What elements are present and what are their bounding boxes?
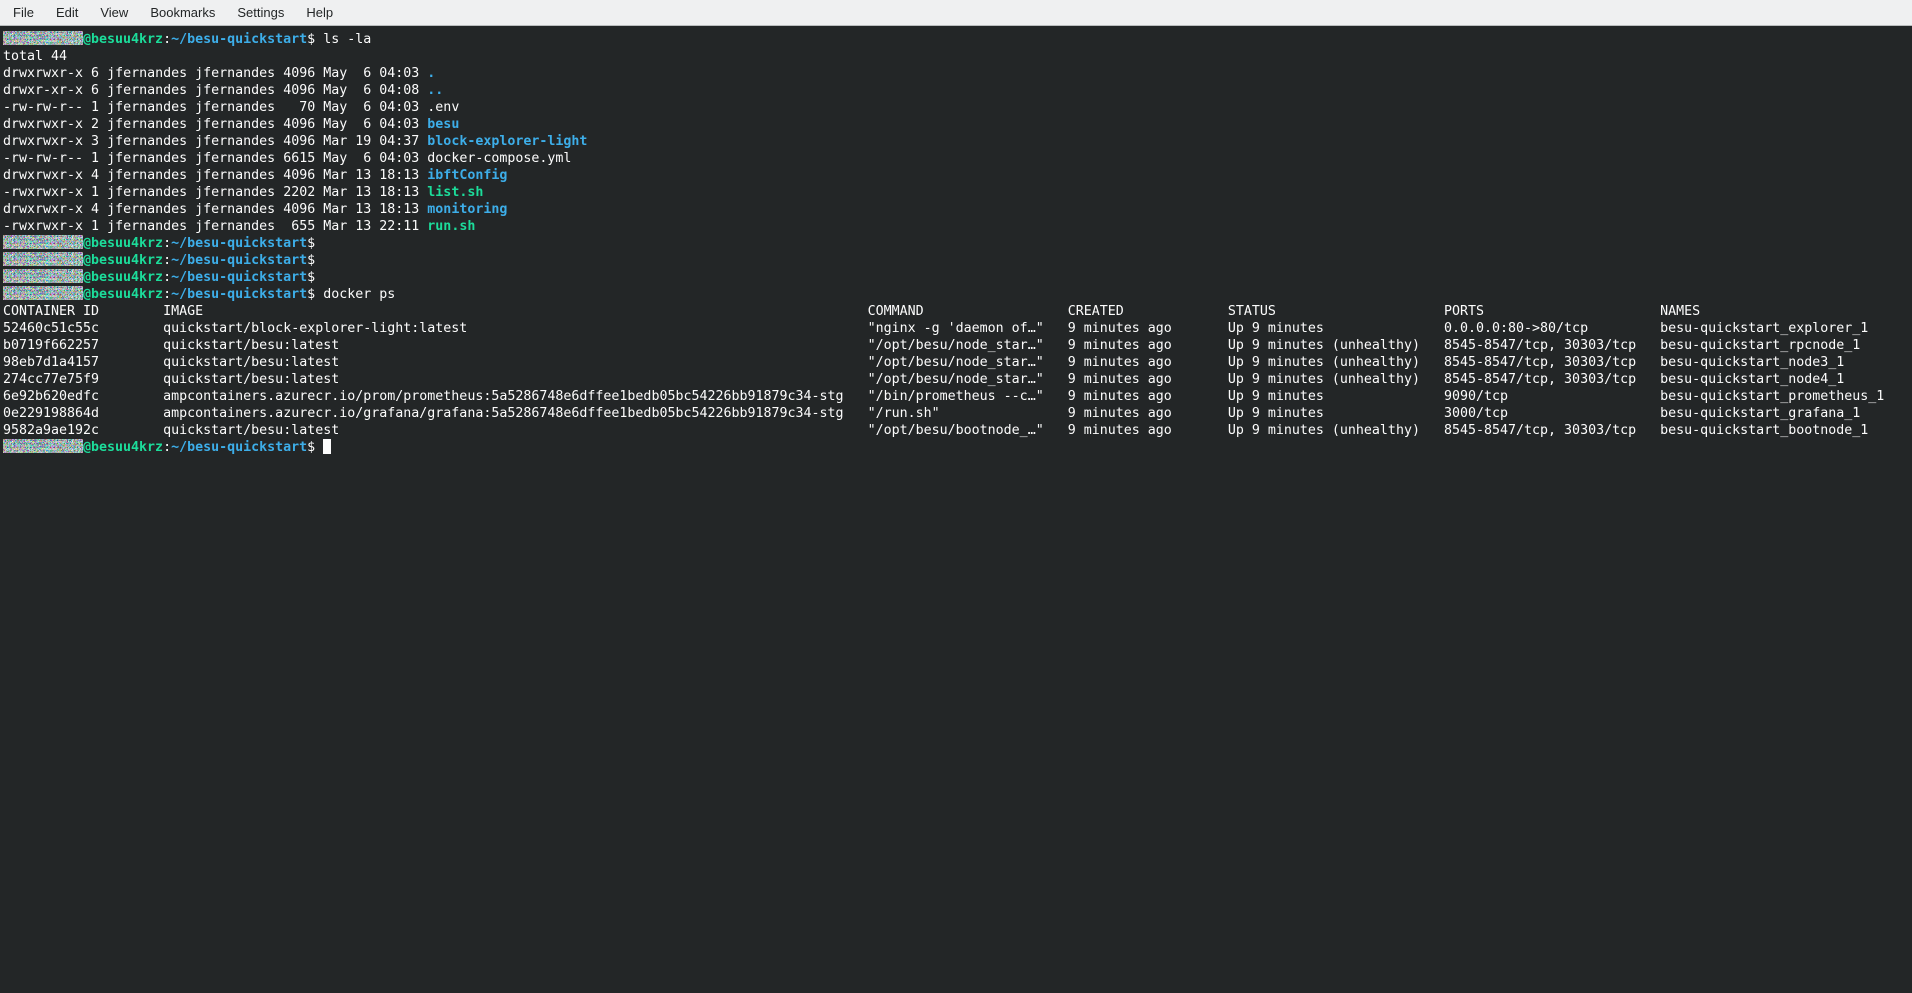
docker-row: 9582a9ae192c quickstart/besu:latest "/op… [3, 422, 1912, 439]
prompt-path: ~/besu-quickstart [171, 32, 307, 47]
prompt-separator: : [163, 270, 171, 285]
prompt-line: @besuu4krz:~/besu-quickstart$ [3, 252, 1912, 269]
prompt-path: ~/besu-quickstart [171, 270, 307, 285]
ls-entry-meta: drwxrwxr-x 4 jfernandes jfernandes 4096 … [3, 202, 427, 217]
prompt-symbol: $ [307, 253, 315, 268]
ls-entry-meta: -rwxrwxr-x 1 jfernandes jfernandes 2202 … [3, 185, 427, 200]
ls-entry-meta: drwxrwxr-x 3 jfernandes jfernandes 4096 … [3, 134, 427, 149]
redacted-username [3, 252, 83, 266]
command-text: docker ps [315, 287, 395, 302]
prompt-path: ~/besu-quickstart [171, 236, 307, 251]
ls-entry-meta: -rw-rw-r-- 1 jfernandes jfernandes 6615 … [3, 151, 427, 166]
prompt-separator: : [163, 253, 171, 268]
ls-entry: -rw-rw-r-- 1 jfernandes jfernandes 6615 … [3, 150, 1912, 167]
prompt-line: @besuu4krz:~/besu-quickstart$ [3, 235, 1912, 252]
ls-entry: drwxr-xr-x 6 jfernandes jfernandes 4096 … [3, 82, 1912, 99]
terminal-cursor [323, 439, 331, 454]
ls-entry-name: monitoring [427, 202, 507, 217]
ls-entry: -rwxrwxr-x 1 jfernandes jfernandes 2202 … [3, 184, 1912, 201]
docker-row: b0719f662257 quickstart/besu:latest "/op… [3, 337, 1912, 354]
redacted-username [3, 235, 83, 249]
prompt-path: ~/besu-quickstart [171, 253, 307, 268]
ls-entry-name: . [427, 66, 435, 81]
prompt-separator: : [163, 32, 171, 47]
ls-entry-name: .env [427, 100, 459, 115]
docker-row: 6e92b620edfc ampcontainers.azurecr.io/pr… [3, 388, 1912, 405]
ls-total: total 44 [3, 48, 1912, 65]
prompt-user-host: @besuu4krz [83, 287, 163, 302]
menu-item-bookmarks[interactable]: Bookmarks [139, 0, 226, 25]
prompt-symbol: $ [307, 32, 315, 47]
redacted-username [3, 31, 83, 45]
prompt-user-host: @besuu4krz [83, 440, 163, 455]
prompt-user-host: @besuu4krz [83, 32, 163, 47]
redacted-username [3, 269, 83, 283]
ls-entry-meta: drwxrwxr-x 2 jfernandes jfernandes 4096 … [3, 117, 427, 132]
docker-row: 52460c51c55c quickstart/block-explorer-l… [3, 320, 1912, 337]
menu-bar: FileEditViewBookmarksSettingsHelp [0, 0, 1912, 26]
prompt-symbol: $ [307, 236, 315, 251]
prompt-user-host: @besuu4krz [83, 270, 163, 285]
docker-row: 98eb7d1a4157 quickstart/besu:latest "/op… [3, 354, 1912, 371]
ls-entry: drwxrwxr-x 6 jfernandes jfernandes 4096 … [3, 65, 1912, 82]
ls-entry: -rwxrwxr-x 1 jfernandes jfernandes 655 M… [3, 218, 1912, 235]
prompt-path: ~/besu-quickstart [171, 287, 307, 302]
prompt-line: @besuu4krz:~/besu-quickstart$ ls -la [3, 31, 1912, 48]
docker-row: 274cc77e75f9 quickstart/besu:latest "/op… [3, 371, 1912, 388]
ls-entry: -rw-rw-r-- 1 jfernandes jfernandes 70 Ma… [3, 99, 1912, 116]
menu-item-file[interactable]: File [2, 0, 45, 25]
prompt-separator: : [163, 236, 171, 251]
prompt-symbol: $ [307, 270, 315, 285]
ls-entry-meta: drwxrwxr-x 6 jfernandes jfernandes 4096 … [3, 66, 427, 81]
command-text: ls -la [315, 32, 371, 47]
prompt-line: @besuu4krz:~/besu-quickstart$ docker ps [3, 286, 1912, 303]
ls-entry-name: besu [427, 117, 459, 132]
prompt-user-host: @besuu4krz [83, 253, 163, 268]
redacted-username [3, 286, 83, 300]
ls-entry-name: ibftConfig [427, 168, 507, 183]
ls-entry-name: block-explorer-light [427, 134, 587, 149]
prompt-path: ~/besu-quickstart [171, 440, 307, 455]
prompt-line: @besuu4krz:~/besu-quickstart$ [3, 439, 1912, 456]
prompt-separator: : [163, 287, 171, 302]
menu-item-help[interactable]: Help [295, 0, 344, 25]
ls-entry-name: docker-compose.yml [427, 151, 571, 166]
prompt-symbol: $ [307, 440, 315, 455]
menu-item-view[interactable]: View [89, 0, 139, 25]
ls-entry-meta: drwxrwxr-x 4 jfernandes jfernandes 4096 … [3, 168, 427, 183]
menu-item-edit[interactable]: Edit [45, 0, 89, 25]
ls-entry: drwxrwxr-x 3 jfernandes jfernandes 4096 … [3, 133, 1912, 150]
ls-entry-name: .. [427, 83, 443, 98]
ls-entry-meta: -rw-rw-r-- 1 jfernandes jfernandes 70 Ma… [3, 100, 427, 115]
ls-entry-meta: drwxr-xr-x 6 jfernandes jfernandes 4096 … [3, 83, 427, 98]
prompt-user-host: @besuu4krz [83, 236, 163, 251]
prompt-separator: : [163, 440, 171, 455]
ls-entry-name: run.sh [427, 219, 475, 234]
terminal[interactable]: @besuu4krz:~/besu-quickstart$ ls -latota… [0, 26, 1912, 992]
ls-entry: drwxrwxr-x 4 jfernandes jfernandes 4096 … [3, 167, 1912, 184]
prompt-line: @besuu4krz:~/besu-quickstart$ [3, 269, 1912, 286]
docker-row: 0e229198864d ampcontainers.azurecr.io/gr… [3, 405, 1912, 422]
ls-entry-meta: -rwxrwxr-x 1 jfernandes jfernandes 655 M… [3, 219, 427, 234]
ls-entry: drwxrwxr-x 2 jfernandes jfernandes 4096 … [3, 116, 1912, 133]
ls-entry-name: list.sh [427, 185, 483, 200]
docker-header: CONTAINER ID IMAGE COMMAND CREATED STATU… [3, 303, 1912, 320]
redacted-username [3, 439, 83, 453]
menu-item-settings[interactable]: Settings [226, 0, 295, 25]
prompt-symbol: $ [307, 287, 315, 302]
ls-entry: drwxrwxr-x 4 jfernandes jfernandes 4096 … [3, 201, 1912, 218]
